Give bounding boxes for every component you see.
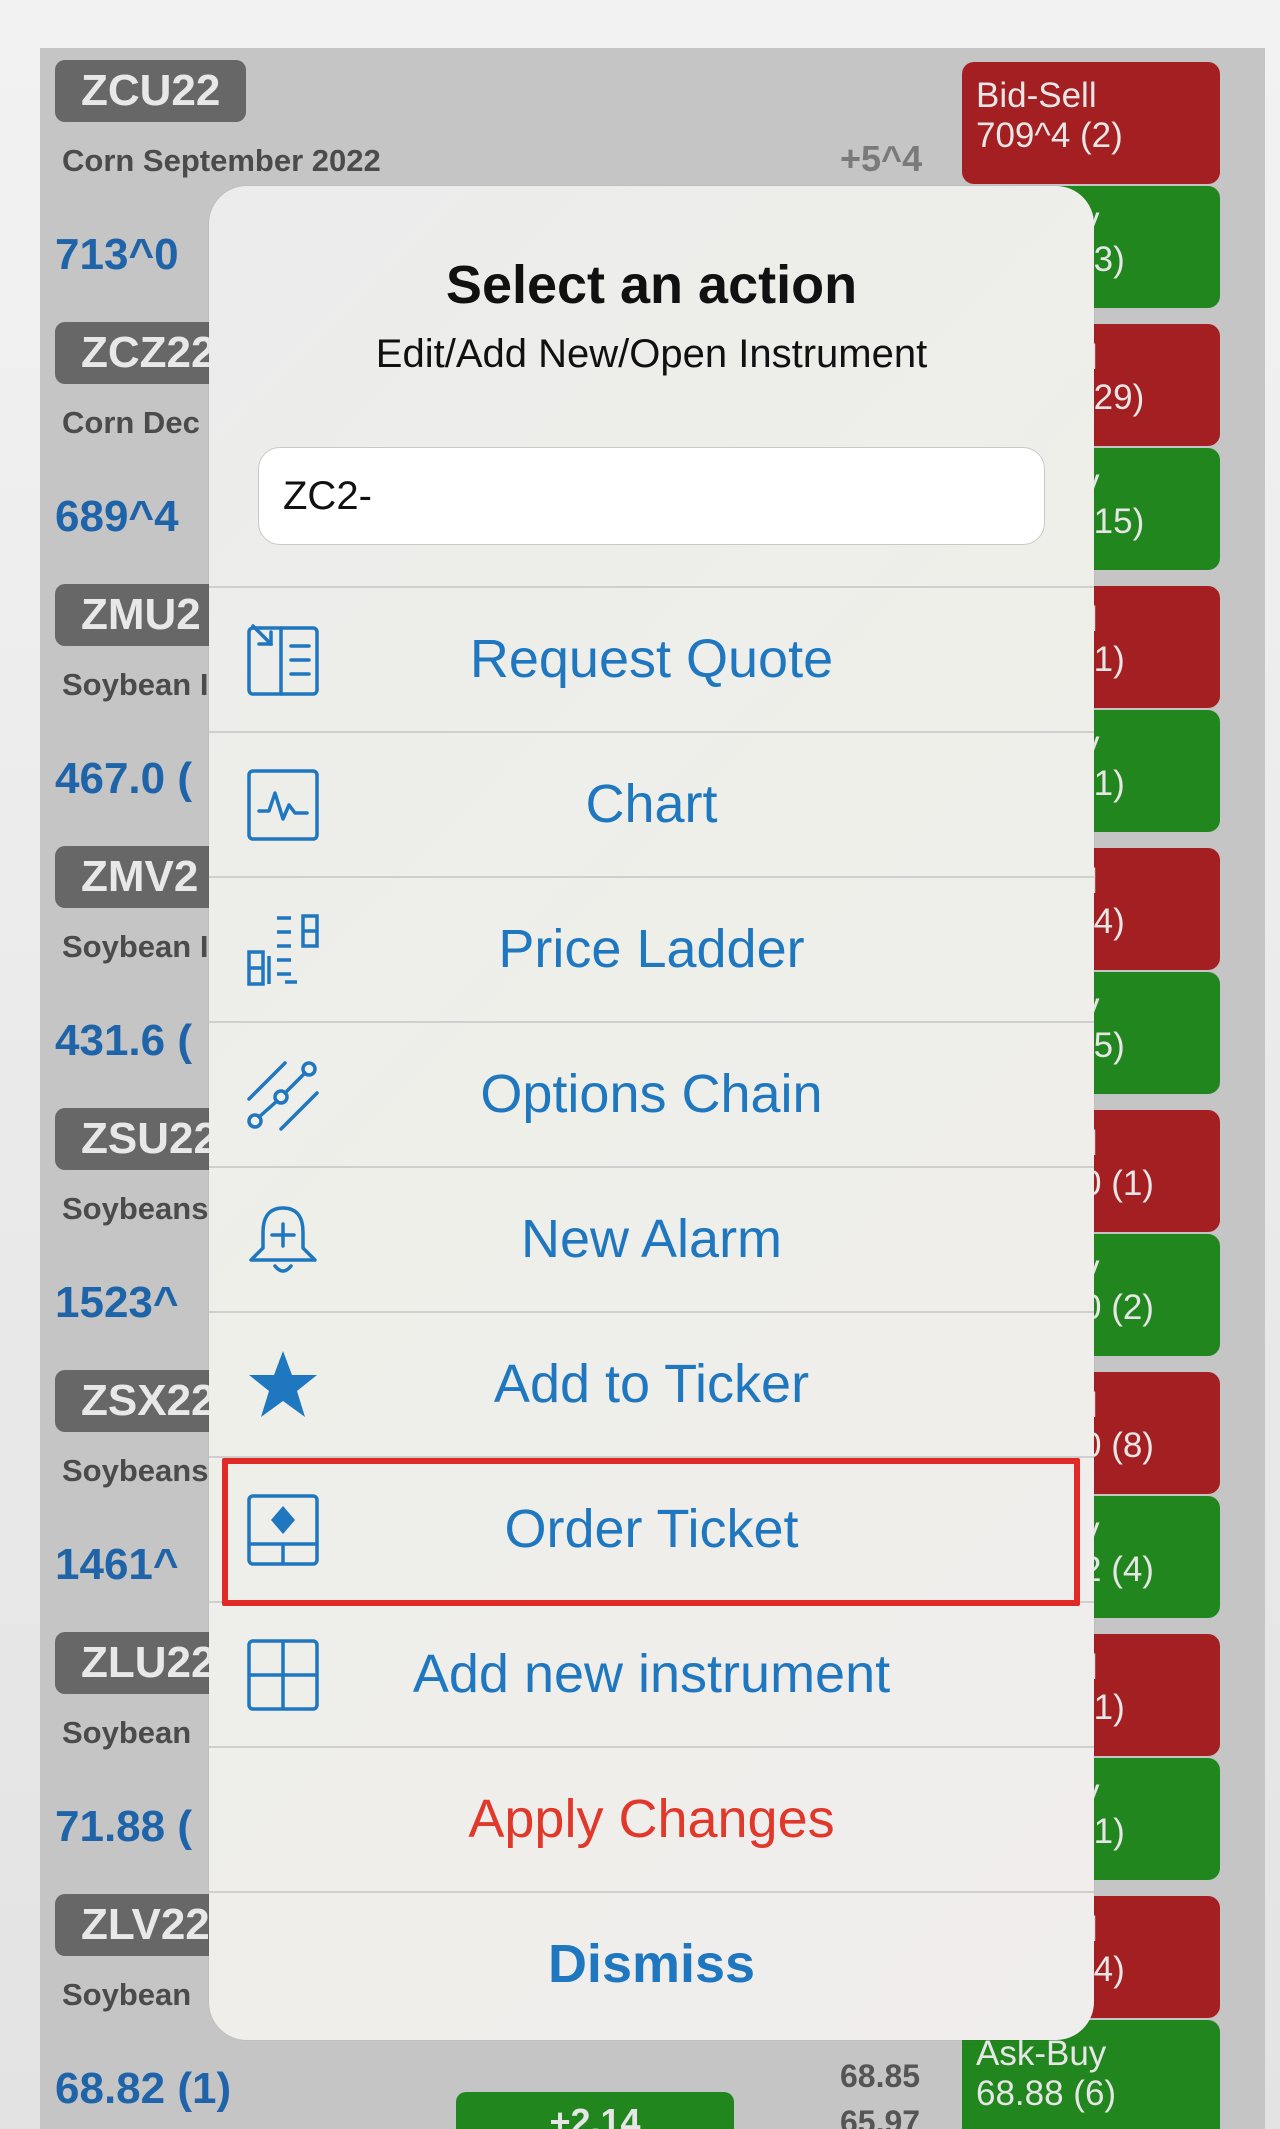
sell-label: ll [1082,862,1220,902]
instrument-description: Corn Dec [62,405,200,440]
buy-value: (15) [1082,502,1145,541]
instrument-description: Corn September 2022 [62,143,381,178]
action-label: Request Quote [469,629,834,689]
action-label: Price Ladder [498,919,805,979]
dismiss-button[interactable]: Dismiss [209,1891,1094,2036]
symbol-badge: ZMV2 [55,846,225,908]
sell-button[interactable]: Bid-Sell 709^4 (2) [962,62,1220,184]
sell-label: ll [1082,338,1220,378]
sell-value: 0 (8) [1082,1426,1154,1465]
action-chart[interactable]: Chart [209,731,1094,876]
last-price: 467.0 ( [55,754,192,803]
buy-label: y [1082,986,1220,1026]
last-price: 713^0 [55,230,179,279]
sell-value: (4) [1082,1950,1125,1989]
buy-value: 2 (4) [1082,1550,1154,1589]
last-price: 431.6 ( [55,1016,192,1065]
sell-value: (29) [1082,378,1145,417]
high-price: 68.85 [840,2058,921,2094]
low-price: 65.97 [840,2104,921,2129]
action-add-new-instrument[interactable]: Add new instrument [209,1601,1094,1746]
last-price: 1523^ [55,1278,179,1327]
sell-label: ll [1082,1648,1220,1688]
action-price-ladder[interactable]: Price Ladder [209,876,1094,1021]
instrument-description: Soybean I [62,667,209,702]
action-add-to-ticker[interactable]: Add to Ticker [209,1311,1094,1456]
action-label: Chart [585,774,718,834]
order-ticket-highlight [222,1458,1080,1606]
instrument-description: Soybeans [62,1453,209,1488]
sell-value: (1) [1082,1688,1125,1727]
device-frame: ZCU22 Corn September 2022 +5^4 713^0 Bid… [0,0,1280,2129]
buy-label: y [1082,1510,1220,1550]
symbol-badge: ZMU2 [55,584,227,646]
last-price: 71.88 ( [55,1802,192,1851]
action-sheet: Select an action Edit/Add New/Open Instr… [209,186,1094,2040]
action-label: Add to Ticker [493,1354,810,1414]
action-new-alarm[interactable]: New Alarm [209,1166,1094,1311]
sell-label: ll [1082,600,1220,640]
buy-label: y [1082,462,1220,502]
action-label: Add new instrument [412,1644,891,1704]
net-change-pill: +2.14 [456,2092,734,2129]
last-price: 689^4 [55,492,179,541]
buy-value: (1) [1082,1812,1125,1851]
instrument-description: Soybean [62,1977,192,2012]
action-options-chain[interactable]: Options Chain [209,1021,1094,1166]
last-price: 1461^ [55,1540,179,1589]
buy-label: y [1082,1248,1220,1288]
buy-label: Ask-Buy [976,2034,1107,2073]
sell-label: ll [1082,1124,1220,1164]
action-label: Apply Changes [468,1789,835,1849]
symbol-badge: ZCU22 [55,60,247,122]
action-sheet-subtitle: Edit/Add New/Open Instrument [375,332,928,376]
sell-value: (4) [1082,902,1125,941]
net-change: +5^4 [840,138,923,179]
buy-value: (3) [1082,240,1125,279]
sell-value: (1) [1082,640,1125,679]
sell-label: ll [1082,1386,1220,1426]
buy-value: 68.88 (6) [976,2074,1117,2113]
sell-label: ll [1082,1910,1220,1950]
sell-value: 0 (1) [1082,1164,1154,1203]
sell-value: 709^4 (2) [976,116,1123,155]
apply-changes-button[interactable]: Apply Changes [209,1746,1094,1891]
action-label: New Alarm [520,1209,783,1269]
buy-label: y [1082,724,1220,764]
buy-value: (1) [1082,764,1125,803]
action-sheet-title: Select an action [445,255,858,315]
action-label: Options Chain [480,1064,823,1124]
instrument-description: Soybeans [62,1191,209,1226]
action-label: Dismiss [547,1934,756,1994]
instrument-description: Soybean I [62,929,209,964]
action-request-quote[interactable]: Request Quote [209,586,1094,731]
buy-value: 0 (2) [1082,1288,1154,1327]
buy-value: (5) [1082,1026,1125,1065]
last-price: 68.82 (1) [55,2064,232,2113]
instrument-input[interactable] [258,447,1045,545]
sell-label: Bid-Sell [976,76,1097,115]
instrument-description: Soybean [62,1715,192,1750]
buy-label: y [1082,200,1220,240]
buy-label: y [1082,1772,1220,1812]
